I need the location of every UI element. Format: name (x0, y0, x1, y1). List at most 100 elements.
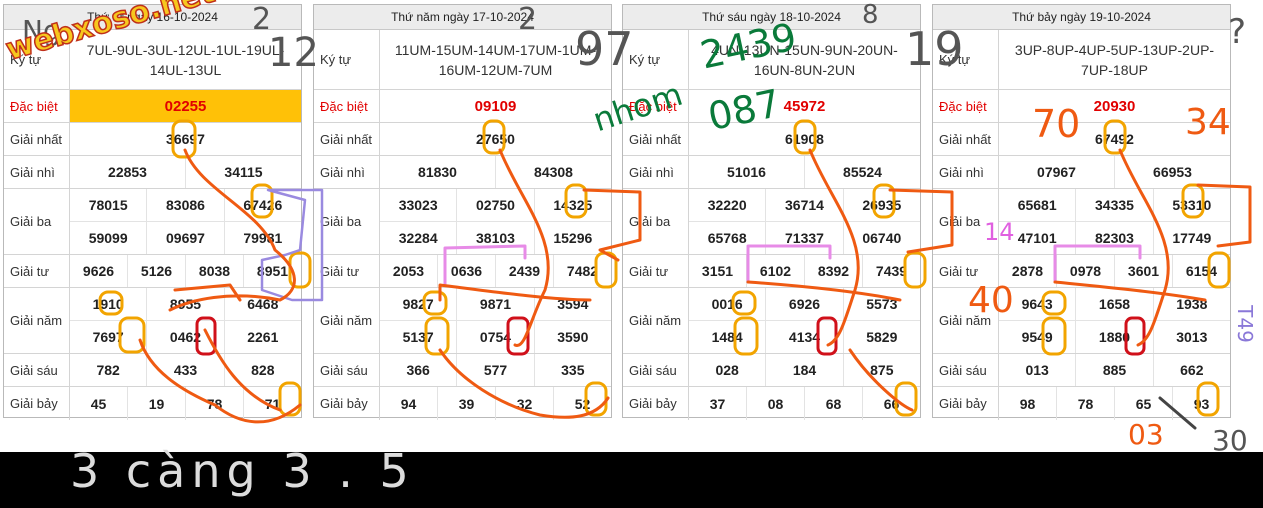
prize-number: 38103 (456, 222, 533, 254)
prize-number: 2878 (1011, 263, 1044, 279)
prize-row: Giải nhì 51016 85524 (623, 156, 920, 189)
prize-row: Giải sáu 782 433 828 (4, 354, 301, 387)
prize-label: Giải sáu (933, 354, 999, 386)
prize-number: 32 (495, 387, 553, 420)
prize-number: 7697 (92, 329, 124, 345)
prize-number: 26935 (842, 189, 920, 221)
prize-number: 45 (90, 395, 107, 412)
prize-row: Giải năm 9643 1658 1938 9549 1880 3013 (933, 288, 1230, 354)
special-prize-number: 02255 (70, 90, 301, 122)
prize-label: Giải nhì (623, 156, 689, 188)
prize-number: 3594 (533, 288, 611, 320)
prize-number: 51016 (727, 164, 766, 180)
prize-number: 78 (1056, 387, 1114, 420)
prize-label: Giải nhì (933, 156, 999, 188)
prize-number: 07967 (1037, 164, 1076, 180)
special-prize-number: 45972 (783, 97, 826, 115)
prize-number: 5126 (127, 255, 185, 287)
row-kytu: Ký tự 3UP-8UP-4UP-5UP-13UP-2UP-7UP-18UP (933, 30, 1230, 90)
prize-number: 875 (842, 354, 920, 386)
prize-label: Giải ba (933, 189, 999, 254)
prize-label: Giải nhất (314, 123, 380, 155)
prize-number: 52 (553, 387, 611, 420)
prize-number: 32284 (398, 230, 438, 246)
prize-number: 84308 (495, 156, 611, 188)
prize-row: Giải năm 9827 9871 3594 5137 0754 3590 (314, 288, 611, 354)
prize-number: 8038 (185, 255, 243, 287)
result-panel-sat: Thứ bảy ngày 19-10-2024 Ký tự 3UP-8UP-4UP-… (932, 4, 1231, 420)
prize-row: Giải năm 1910 8955 6468 7697 0462 2261 (4, 288, 301, 354)
prize-number: 2261 (223, 321, 301, 353)
prize-number: 9626 (82, 263, 115, 279)
prize-label: Giải nhất (933, 123, 999, 155)
prize-row: Giải tư 2878 0978 3601 6154 (933, 255, 1230, 288)
prize-row: Giải ba 33023 02750 14325 32284 38103 15296 (314, 189, 611, 255)
prize-label: Đặc biệt (933, 90, 999, 122)
panel-date-header: Thứ tư ngày 16-10-2024 (4, 5, 301, 30)
prize-label: Đặc biệt (4, 90, 70, 122)
prize-number: 61908 (785, 131, 824, 147)
prize-label: Giải tư (4, 255, 70, 287)
prize-number: 34335 (1075, 189, 1152, 221)
prize-number: 366 (406, 362, 430, 378)
prize-number: 2439 (495, 255, 553, 287)
result-panel-wed: Thứ tư ngày 16-10-2024 Ký tự 7UL-9UL-3UL-1… (3, 4, 302, 420)
prize-number: 78015 (88, 197, 128, 213)
prize-number: 14325 (533, 189, 611, 221)
prize-number: 65681 (1017, 197, 1057, 213)
prize-number: 65 (1114, 387, 1172, 420)
prize-number: 8951 (243, 255, 301, 287)
prize-number: 32220 (707, 197, 747, 213)
prize-label: Giải nhất (4, 123, 70, 155)
prize-number: 66953 (1114, 156, 1230, 188)
prize-label: Giải nhì (314, 156, 380, 188)
row-kytu: Ký tự 4UN-13UN-15UN-9UN-20UN-16UN-8UN-2UN (623, 30, 920, 90)
prize-label: Giải tư (314, 255, 380, 287)
prize-number: 9643 (1021, 296, 1053, 312)
row-kytu: Ký tự 7UL-9UL-3UL-12UL-1UL-19UL-14UL-13UL (4, 30, 301, 90)
prize-row: Giải tư 2053 0636 2439 7482 (314, 255, 611, 288)
prize-number: 782 (96, 362, 120, 378)
prize-number: 9871 (456, 288, 533, 320)
prize-number: 65768 (707, 230, 747, 246)
prize-number: 828 (223, 354, 301, 386)
prize-number: 27650 (476, 131, 515, 147)
prize-row: Đặc biệt 02255 (4, 90, 301, 123)
prize-number: 98 (1019, 395, 1036, 412)
prize-label: Giải bảy (4, 387, 70, 420)
row-label: Ký tự (4, 30, 70, 89)
row-label: Ký tự (314, 30, 380, 89)
prize-row: Giải sáu 013 885 662 (933, 354, 1230, 387)
prize-number: 5573 (842, 288, 920, 320)
prize-number: 19 (127, 387, 185, 420)
prize-number: 6154 (1172, 255, 1230, 287)
kytu-codes: 3UP-8UP-4UP-5UP-13UP-2UP-7UP-18UP (1014, 41, 1215, 78)
prize-label: Đặc biệt (314, 90, 380, 122)
prize-row: Giải nhì 22853 34115 (4, 156, 301, 189)
prize-number: 66 (862, 387, 920, 420)
prize-row: Giải sáu 366 577 335 (314, 354, 611, 387)
prize-row: Đặc biệt 09109 (314, 90, 611, 123)
prize-number: 0754 (456, 321, 533, 353)
prize-number: 17749 (1152, 222, 1230, 254)
prize-number: 433 (146, 354, 223, 386)
prize-label: Giải ba (314, 189, 380, 254)
prize-number: 1880 (1075, 321, 1152, 353)
prize-number: 1910 (92, 296, 124, 312)
prize-number: 6926 (765, 288, 842, 320)
prize-number: 36697 (166, 131, 205, 147)
prize-label: Giải bảy (623, 387, 689, 420)
prize-row: Giải ba 78015 83086 67426 59099 09697 79981 (4, 189, 301, 255)
prize-number: 02750 (456, 189, 533, 221)
prize-number: 82303 (1075, 222, 1152, 254)
prize-number: 1938 (1152, 288, 1230, 320)
prize-row: Giải tư 9626 5126 8038 8951 (4, 255, 301, 288)
prize-number: 79981 (223, 222, 301, 254)
prize-number: 83086 (146, 189, 223, 221)
prize-label: Giải ba (623, 189, 689, 254)
prize-number: 0016 (711, 296, 743, 312)
prize-number: 662 (1152, 354, 1230, 386)
prize-number: 53310 (1152, 189, 1230, 221)
prize-number: 0462 (146, 321, 223, 353)
prize-number: 577 (456, 354, 533, 386)
